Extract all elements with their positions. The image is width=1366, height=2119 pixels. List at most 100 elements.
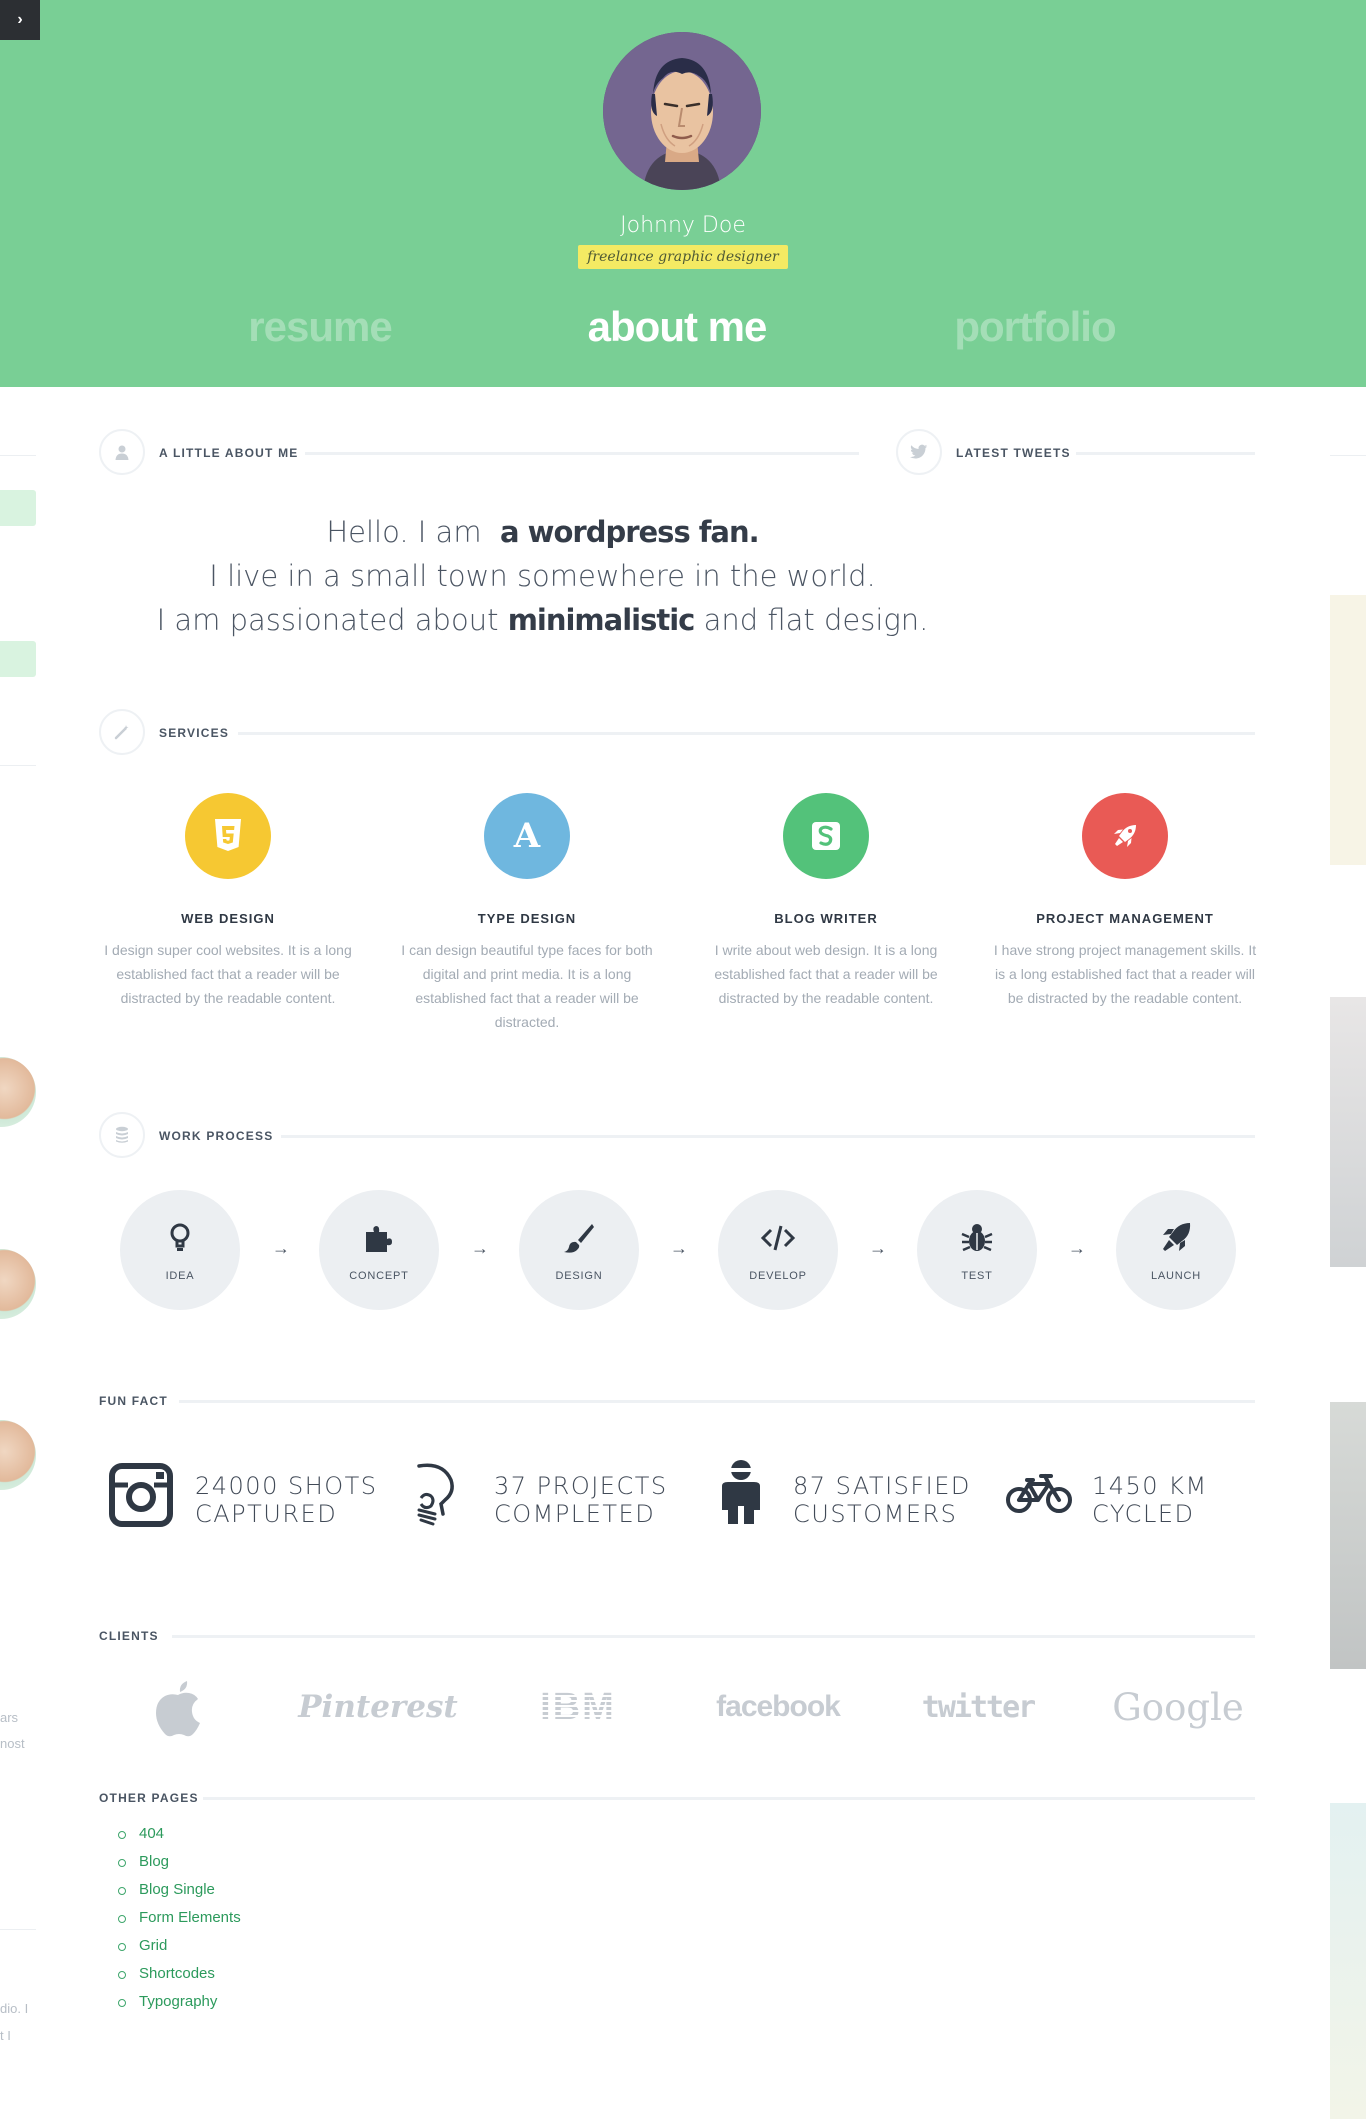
section-divider <box>305 452 859 455</box>
fun-fact-number: 24000 SHOTS <box>195 1472 378 1500</box>
portfolio-thumbnail[interactable] <box>1330 595 1366 865</box>
fun-fact-section-header: FUN FACT <box>99 1375 1255 1421</box>
process-section-header: WORK PROCESS <box>99 1112 1255 1158</box>
main-nav: resume about me portfolio <box>0 303 1366 363</box>
section-divider <box>179 1400 1255 1403</box>
service-project-management: PROJECT MANAGEMENT I have strong project… <box>991 793 1259 1010</box>
fun-fact-number: 1450 KM <box>1092 1472 1208 1500</box>
instagram-icon <box>109 1463 173 1527</box>
tweets-section-header: LATEST TWEETS <box>896 429 1255 475</box>
section-divider <box>1076 452 1255 455</box>
hero-header: › Johnny Doe freelance graphic designer … <box>0 0 1366 387</box>
right-offcanvas-panel <box>1330 455 1366 2119</box>
process-step-label: DEVELOP <box>749 1270 807 1282</box>
process-step-label: LAUNCH <box>1150 1270 1202 1282</box>
profile-role-badge: freelance graphic designer <box>578 245 788 269</box>
letter-a-icon: A <box>484 793 570 879</box>
offcanvas-text-fragment: t I <box>0 2028 11 2043</box>
portfolio-thumbnail[interactable] <box>1330 1803 1366 2119</box>
offcanvas-text-fragment: ars <box>0 1710 19 1725</box>
section-title: FUN FACT <box>99 1394 168 1408</box>
nav-resume[interactable]: resume <box>140 303 500 351</box>
service-web-design: WEB DESIGN I design super cool websites.… <box>94 793 362 1010</box>
service-type-design: A TYPE DESIGN I can design beautiful typ… <box>393 793 661 1034</box>
code-icon <box>760 1225 796 1251</box>
sidebar-toggle-button[interactable]: › <box>0 0 40 40</box>
section-title: CLIENTS <box>99 1629 159 1643</box>
page-link-404[interactable]: 404 <box>139 1820 164 1848</box>
nav-portfolio[interactable]: portfolio <box>855 303 1215 351</box>
offcanvas-pill[interactable] <box>0 490 36 526</box>
service-title: BLOG WRITER <box>774 911 878 926</box>
intro-line-2: I live in a small town somewhere in the … <box>209 559 876 593</box>
page-link-grid[interactable]: Grid <box>139 1932 167 1960</box>
section-title: OTHER PAGES <box>99 1791 199 1805</box>
avatar-illustration <box>603 32 761 190</box>
testimonial-avatar <box>0 1420 36 1490</box>
intro-text: Hello. I am a wordpress fan. I live in a… <box>100 510 985 642</box>
fun-fact-label: COMPLETED <box>494 1500 656 1528</box>
service-description: I have strong project management skills.… <box>993 942 1257 1006</box>
page-link-shortcodes[interactable]: Shortcodes <box>139 1960 215 1988</box>
section-divider <box>203 1797 1255 1800</box>
about-section-header: A LITTLE ABOUT ME <box>99 429 859 475</box>
client-logo-apple[interactable] <box>98 1672 258 1742</box>
puzzle-icon <box>366 1226 392 1252</box>
client-logo-twitter[interactable]: twitter <box>898 1672 1058 1742</box>
lightbulb-icon <box>170 1223 190 1251</box>
service-blog-writer: BLOG WRITER I write about web design. It… <box>692 793 960 1010</box>
process-step-develop: DEVELOP <box>718 1190 838 1310</box>
brush-icon <box>564 1224 594 1253</box>
fun-fact-item: 1450 KM CYCLED <box>1005 1450 1265 1530</box>
left-offcanvas-panel: ars nost dio. I t I <box>0 387 36 2119</box>
page-link-blog-single[interactable]: Blog Single <box>139 1876 215 1904</box>
portfolio-thumbnail[interactable] <box>1330 997 1366 1267</box>
client-logo-google[interactable]: Google <box>1098 1672 1258 1742</box>
service-title: WEB DESIGN <box>181 911 275 926</box>
html5-icon <box>185 793 271 879</box>
divider <box>0 1929 36 1930</box>
fun-fact-number: 37 PROJECTS <box>494 1472 668 1500</box>
process-step-test: TEST <box>917 1190 1037 1310</box>
page-link-form-elements[interactable]: Form Elements <box>139 1904 241 1932</box>
offcanvas-text-fragment: nost <box>0 1736 25 1751</box>
rocket-icon <box>1163 1223 1191 1251</box>
page-link-blog[interactable]: Blog <box>139 1848 169 1876</box>
intro-line-1: Hello. I am a wordpress fan. <box>326 515 759 549</box>
clients-section-header: CLIENTS <box>99 1610 1255 1656</box>
section-divider <box>281 1135 1255 1138</box>
chevron-right-icon: › <box>17 11 23 28</box>
process-step-launch: LAUNCH <box>1116 1190 1236 1310</box>
testimonial-avatar <box>0 1057 36 1127</box>
bug-icon <box>961 1224 993 1252</box>
process-step-design: DESIGN <box>519 1190 639 1310</box>
arrow-right-icon: → <box>272 1238 290 1258</box>
section-title: WORK PROCESS <box>159 1129 274 1143</box>
fun-fact-item: 87 SATISFIED CUSTOMERS <box>706 1450 996 1530</box>
bicycle-icon <box>1006 1474 1072 1513</box>
fun-fact-item: 37 PROJECTS COMPLETED <box>407 1450 697 1530</box>
page-link-typography[interactable]: Typography <box>139 1988 217 2016</box>
service-title: TYPE DESIGN <box>477 911 577 926</box>
divider <box>0 765 36 766</box>
service-description: I write about web design. It is a long e… <box>714 942 938 1006</box>
client-logo-facebook[interactable]: facebook <box>698 1672 858 1742</box>
divider <box>1330 455 1366 456</box>
rocket-icon <box>1082 793 1168 879</box>
nav-about-me[interactable]: about me <box>497 303 857 351</box>
client-logo-ibm[interactable]: IBM <box>498 1672 658 1742</box>
service-description: I design super cool websites. It is a lo… <box>104 942 352 1006</box>
portfolio-thumbnail[interactable] <box>1330 1402 1366 1669</box>
offcanvas-pill[interactable] <box>0 641 36 677</box>
section-title: LATEST TWEETS <box>956 446 1071 460</box>
fun-fact-number: 87 SATISFIED <box>793 1472 971 1500</box>
client-logo-pinterest[interactable]: Pinterest <box>298 1672 458 1742</box>
twitter-icon <box>896 429 942 475</box>
squarespace-icon <box>783 793 869 879</box>
process-step-concept: CONCEPT <box>319 1190 439 1310</box>
offcanvas-text-fragment: dio. I <box>0 2001 29 2016</box>
other-pages-section-header: OTHER PAGES <box>99 1772 1255 1818</box>
arrow-right-icon: → <box>1068 1238 1086 1258</box>
process-step-idea: IDEA <box>120 1190 240 1310</box>
arrow-right-icon: → <box>869 1238 887 1258</box>
